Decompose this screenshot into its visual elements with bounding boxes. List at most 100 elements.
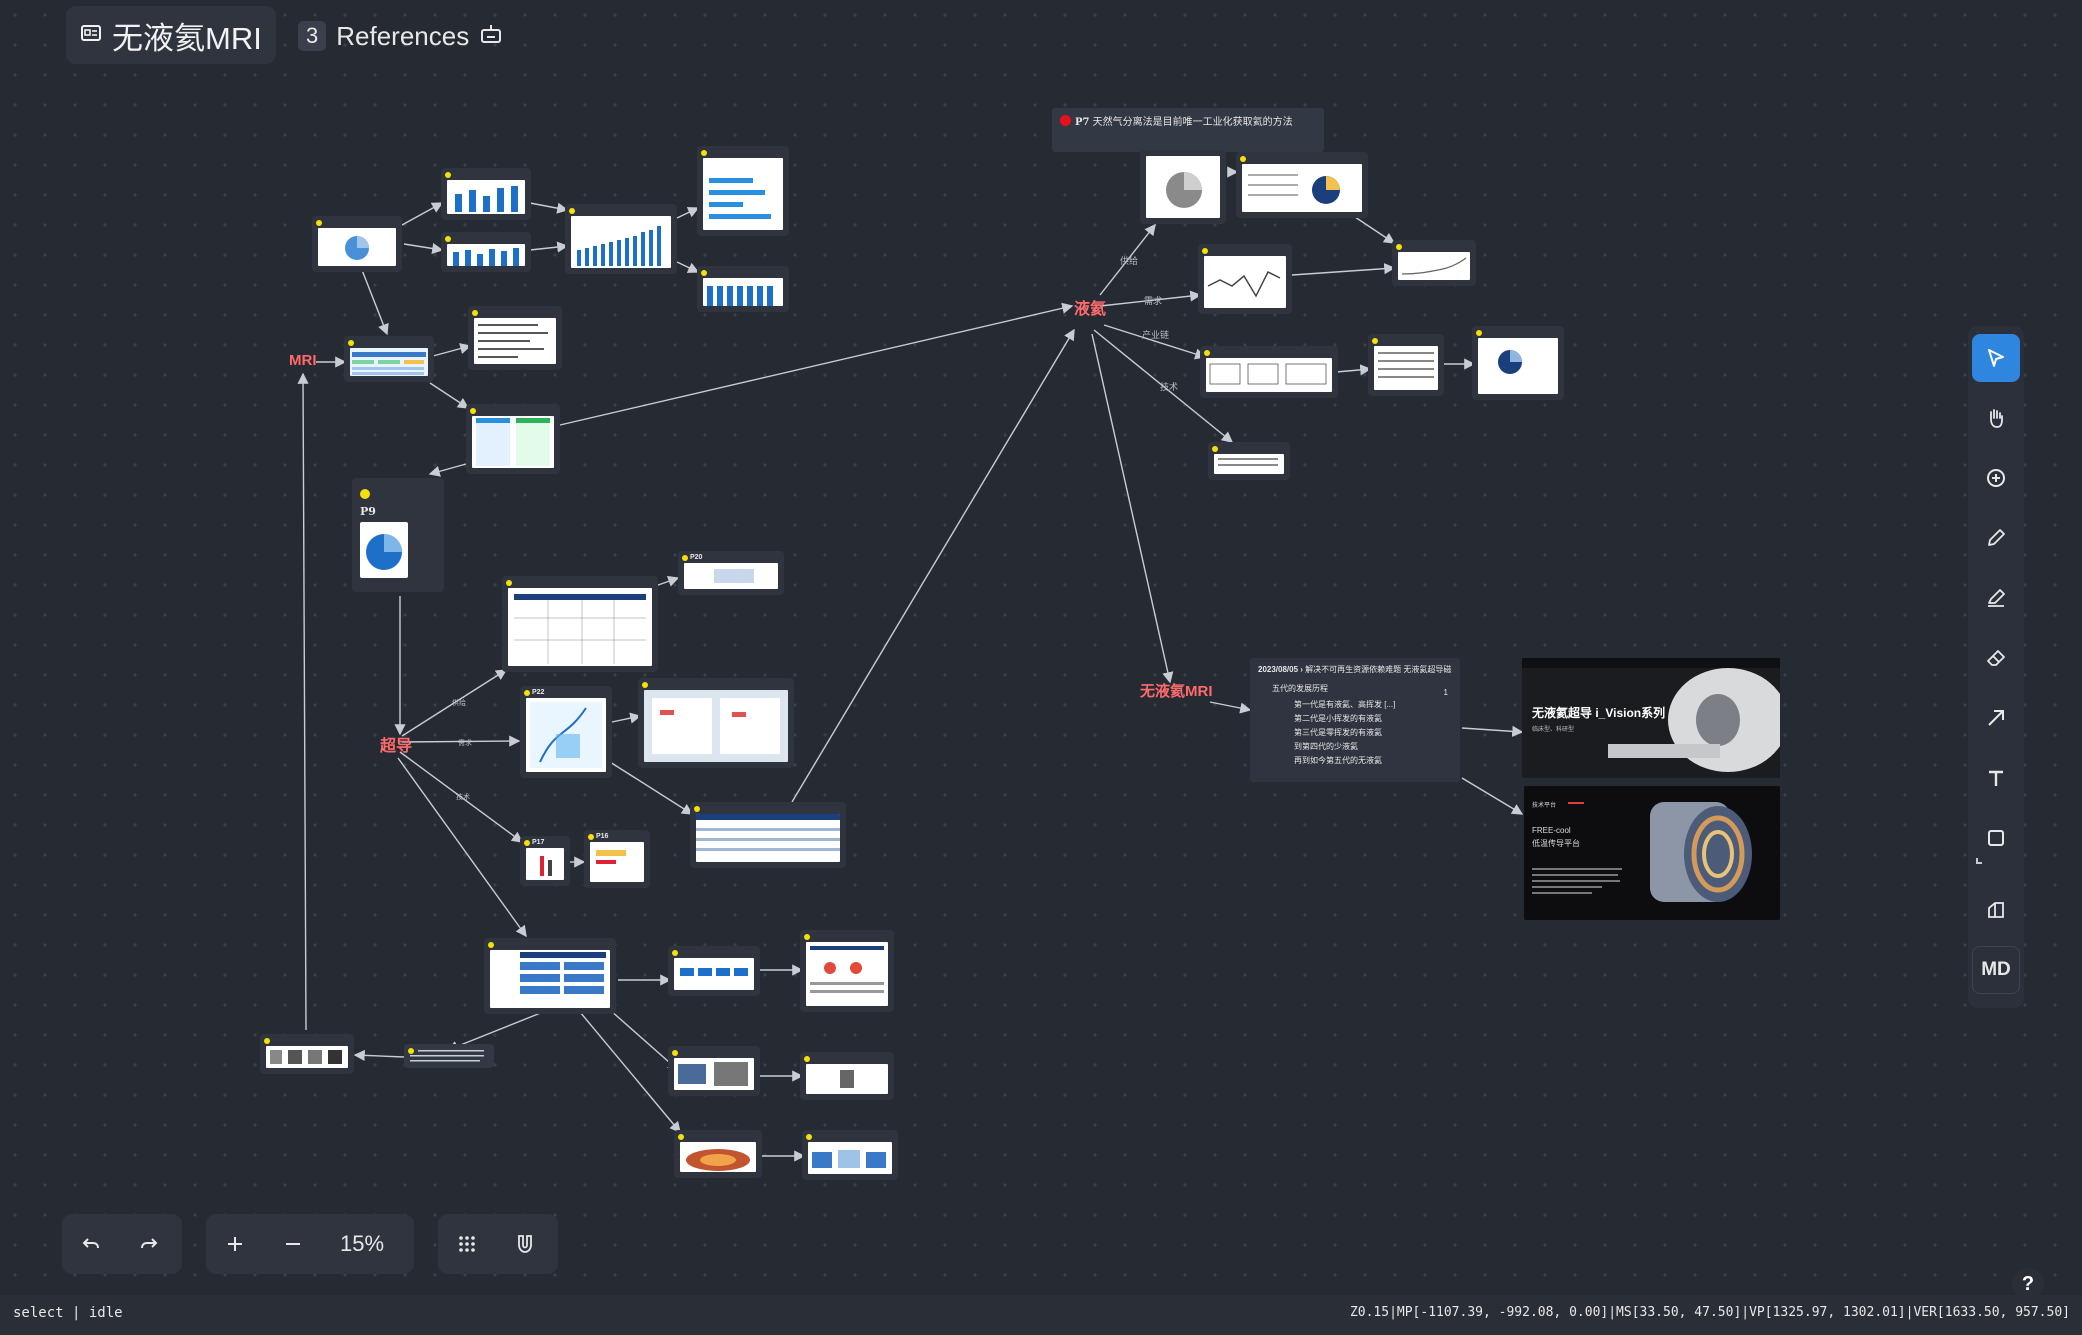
timeline-item: 第二代是小挥发的有液氦 <box>1294 714 1382 723</box>
slide-card[interactable] <box>668 946 760 996</box>
mri-product-image[interactable]: 无液氦超导 i_Vision系列 临床型、科研型 <box>1522 658 1780 778</box>
text-tool-button[interactable] <box>1972 754 2020 802</box>
arrow-tool-button[interactable] <box>1972 694 2020 742</box>
document-title-pill[interactable]: 无液氦MRI <box>66 6 276 64</box>
node-mri[interactable]: MRI <box>289 352 317 369</box>
redo-icon <box>141 1238 158 1249</box>
frame-icon <box>1988 902 2004 918</box>
promo-bottom-badge: 技术平台 <box>1532 803 1557 809</box>
slide-card[interactable] <box>1200 346 1338 398</box>
slide-card[interactable]: P22 <box>520 686 612 778</box>
timeline-item: 第一代是有液氦、高挥发 [...] <box>1294 700 1396 709</box>
slide-card[interactable] <box>344 336 434 382</box>
cooling-platform-image[interactable]: 技术平台 FREE-cool 低温传导平台 <box>1524 786 1780 920</box>
p7-text: 天然气分离法是目前唯一工业化获取氦的方法 <box>1092 117 1293 128</box>
edge-label-supply-2: 供给 <box>452 700 466 707</box>
edge-label-industry-chain: 产业链 <box>1142 330 1170 340</box>
plus-icon <box>228 1237 242 1251</box>
edge-label-demand-2: 需求 <box>458 740 472 747</box>
highlighter-icon <box>1988 589 2005 607</box>
markdown-button[interactable]: MD <box>1972 946 2020 994</box>
pen-icon <box>1988 529 2005 546</box>
references-button[interactable]: 3 References <box>298 18 503 54</box>
grid-toggle-button[interactable] <box>438 1214 496 1274</box>
marker-dot <box>360 489 370 499</box>
frame-tool-button[interactable] <box>1972 886 2020 934</box>
slide-card[interactable] <box>668 1046 760 1096</box>
node-liquid-helium[interactable]: 液氦 <box>1074 295 1106 319</box>
node-helium-free-mri[interactable]: 无液氦MRI <box>1140 680 1213 701</box>
hand-tool-button[interactable] <box>1972 394 2020 442</box>
slide-card[interactable] <box>697 266 789 312</box>
p7-label: P7 <box>1075 117 1090 128</box>
magnet-icon <box>518 1235 532 1253</box>
edge-label-supply: 供给 <box>1120 256 1139 266</box>
slide-card[interactable] <box>466 404 560 474</box>
card-tag-p16: P16 <box>596 833 609 840</box>
p7-note[interactable]: P7 天然气分离法是目前唯一工业化获取氦的方法 <box>1052 108 1324 152</box>
mind-map-canvas[interactable]: MRI 液氦 无液氦MRI 超导 供给 需求 产业链 技术 供给 需求 技术 P… <box>0 0 2082 1335</box>
slide-card[interactable] <box>1208 442 1290 480</box>
slide-card[interactable] <box>1140 150 1226 224</box>
highlighter-tool-button[interactable] <box>1972 574 2020 622</box>
card-tag-p22: P22 <box>532 689 545 696</box>
promo-top-title: 无液氦超导 i_Vision系列 <box>1532 706 1666 720</box>
snap-toggle-button[interactable] <box>496 1214 554 1274</box>
status-mode: select | idle <box>13 1305 123 1321</box>
rectangle-icon <box>1988 830 2004 846</box>
zoom-in-button[interactable] <box>206 1214 264 1274</box>
slide-card[interactable] <box>1392 240 1476 286</box>
edge-label-demand: 需求 <box>1144 296 1163 306</box>
status-bar: select | idle Z0.15|MP[-1107.39, -992.08… <box>0 1295 2082 1335</box>
pen-tool-button[interactable] <box>1972 514 2020 562</box>
slide-card[interactable]: P20 <box>678 551 784 595</box>
select-tool-button[interactable] <box>1972 334 2020 382</box>
edge-label-tech: 技术 <box>1160 382 1179 392</box>
redo-button[interactable] <box>120 1214 178 1274</box>
zoom-level[interactable]: 15% <box>322 1231 402 1257</box>
plus-circle-icon <box>1987 469 2005 487</box>
slide-card[interactable] <box>674 1130 762 1178</box>
p9-card[interactable]: P9 <box>352 478 444 592</box>
slide-card[interactable]: P17 <box>520 836 570 886</box>
slide-card[interactable] <box>690 802 846 868</box>
add-node-tool-button[interactable] <box>1972 454 2020 502</box>
promo-bottom-title-1: FREE-cool <box>1532 826 1571 835</box>
slide-card[interactable] <box>800 1052 894 1100</box>
node-superconductor[interactable]: 超导 <box>380 732 412 756</box>
undo-icon <box>82 1238 99 1249</box>
slide-card[interactable] <box>638 678 794 768</box>
slide-card[interactable] <box>468 306 562 370</box>
slide-card[interactable] <box>312 216 402 272</box>
slide-card[interactable]: P16 <box>584 830 650 888</box>
slide-card[interactable] <box>502 576 658 672</box>
card-tag-p17: P17 <box>532 839 545 846</box>
slide-card[interactable] <box>441 168 531 220</box>
slide-card[interactable] <box>484 938 616 1014</box>
view-controls <box>438 1214 558 1274</box>
submenu-corner-indicator <box>1976 858 1982 864</box>
promo-top-subtitle: 临床型、科研型 <box>1532 727 1575 733</box>
slide-card[interactable] <box>697 146 789 236</box>
references-count: 3 <box>298 21 327 51</box>
robot-icon <box>479 23 503 50</box>
slide-card[interactable] <box>260 1034 354 1074</box>
eraser-tool-button[interactable] <box>1972 634 2020 682</box>
timeline-count: 1 <box>1443 688 1448 697</box>
slide-card[interactable] <box>1236 152 1368 218</box>
edge-label-tech-2: 技术 <box>456 794 470 801</box>
slide-card[interactable] <box>1472 326 1564 400</box>
slide-card[interactable] <box>565 204 677 274</box>
grid-icon <box>459 1236 475 1252</box>
slide-card[interactable] <box>404 1044 494 1068</box>
zoom-out-button[interactable] <box>264 1214 322 1274</box>
slide-card[interactable] <box>1368 334 1444 396</box>
slide-card[interactable] <box>802 1130 898 1180</box>
timeline-card[interactable]: 2023/08/05 › 解决不可再生资源依赖难题 无液氦超导磁共振 五代的发展… <box>1250 658 1460 782</box>
slide-card[interactable] <box>800 930 894 1012</box>
slide-card[interactable] <box>1198 244 1292 314</box>
undo-button[interactable] <box>62 1214 120 1274</box>
text-icon <box>1989 770 2003 786</box>
slide-card[interactable] <box>441 232 531 272</box>
shape-tool-button[interactable] <box>1972 814 2020 862</box>
